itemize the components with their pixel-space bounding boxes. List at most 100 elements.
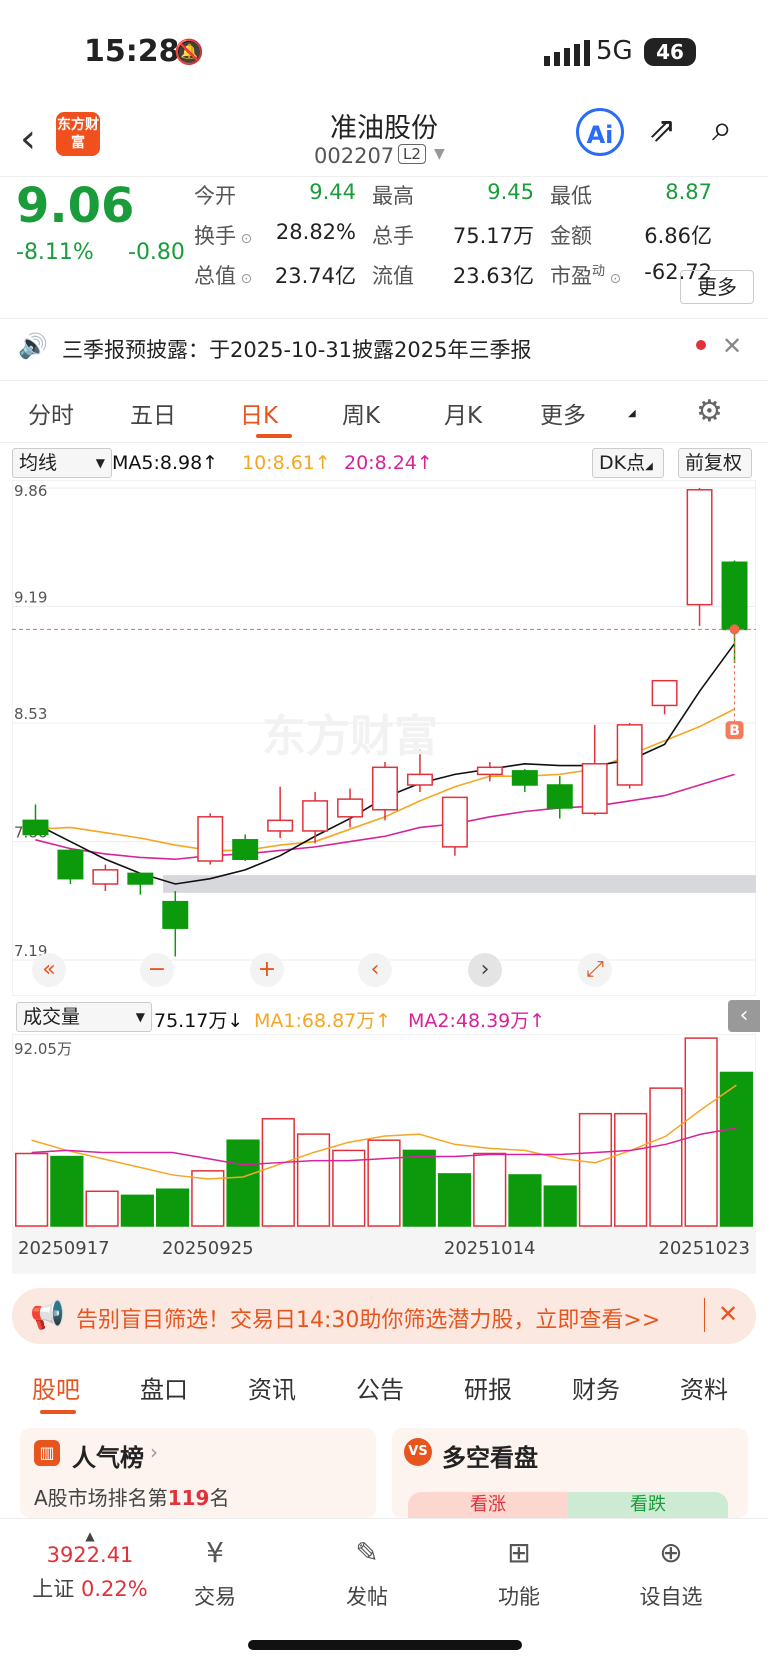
vol-ma1-label: MA1:68.87万↑	[254, 1010, 392, 1032]
candle[interactable]	[441, 796, 468, 856]
volume-bar[interactable]	[296, 1133, 331, 1227]
period-tab[interactable]: 周K	[342, 396, 380, 430]
period-tab[interactable]: 分时	[28, 396, 74, 430]
volume-bar[interactable]	[614, 1112, 648, 1227]
index-quote[interactable]: ▲ 3922.41 上证 0.22%	[20, 1529, 160, 1603]
nav-item-trade[interactable]: ¥ 交易	[160, 1533, 270, 1611]
volume-bar[interactable]	[226, 1139, 260, 1227]
adjust-button[interactable]: 前复权	[678, 448, 752, 478]
collapse-icon[interactable]: ‹	[728, 1000, 760, 1032]
add-watchlist-icon: ⊕	[659, 1536, 683, 1569]
candle[interactable]	[616, 723, 643, 789]
indicator-select[interactable]: 均线 ▼	[12, 448, 112, 478]
ai-button[interactable]: Ai	[576, 108, 624, 156]
caret-down-icon[interactable]: ▼	[434, 146, 445, 162]
x-tick-label: 20251023	[658, 1238, 750, 1259]
more-quote-button[interactable]: 更多	[680, 270, 754, 304]
volume-select[interactable]: 成交量 ▼	[16, 1002, 152, 1032]
bull-bear-card[interactable]: VS 多空看盘 看涨 看跌	[392, 1428, 748, 1518]
search-icon[interactable]: ⌕	[712, 108, 732, 150]
gear-icon[interactable]: ⚙	[696, 394, 723, 429]
volume-bar[interactable]	[15, 1152, 49, 1227]
volume-bar[interactable]	[543, 1185, 577, 1227]
notice-bar[interactable]: 🔊 三季报预披露：于2025-10-31披露2025年三季报 ✕	[0, 318, 768, 381]
volume-bar[interactable]	[402, 1149, 436, 1227]
candle-body	[651, 679, 678, 707]
volume-bar[interactable]	[578, 1112, 613, 1227]
volume-bar[interactable]	[719, 1071, 753, 1227]
level-badge[interactable]: L2	[398, 144, 426, 164]
bear-button[interactable]: 看跌	[568, 1492, 728, 1518]
quote-value: 8.87	[665, 180, 712, 204]
period-tab[interactable]: 月K	[444, 396, 482, 430]
content-tabs: 股吧 盘口 资讯 公告 研报 财务 资料	[0, 1358, 768, 1420]
close-icon[interactable]: ✕	[718, 1300, 738, 1328]
volume-bar[interactable]	[155, 1188, 190, 1227]
trade-icon: ¥	[206, 1536, 224, 1569]
volume-bar[interactable]	[437, 1173, 472, 1227]
candle-body	[337, 798, 364, 818]
share-icon[interactable]: ⇗	[648, 110, 677, 150]
card-title: 人气榜	[72, 1444, 144, 1472]
period-tab[interactable]: 五日	[130, 396, 176, 430]
quote-value: 23.63亿	[452, 264, 534, 288]
volume-bar[interactable]	[508, 1174, 542, 1227]
volume-bar[interactable]	[473, 1152, 507, 1227]
content-tab[interactable]: 研报	[464, 1370, 512, 1405]
quote-label-text: 流值	[372, 264, 414, 288]
content-tab[interactable]: 资讯	[248, 1370, 296, 1405]
candle[interactable]	[686, 488, 713, 626]
nav-item-apps[interactable]: ⊞ 功能	[464, 1533, 574, 1611]
volume-bar[interactable]	[50, 1155, 84, 1227]
volume-bar[interactable]	[85, 1190, 119, 1227]
x-tick-label: 20251014	[444, 1238, 536, 1259]
content-tab[interactable]: 公告	[356, 1370, 404, 1405]
popularity-card[interactable]: ▥ 人气榜 › A股市场排名第119名	[20, 1428, 376, 1518]
candle[interactable]	[57, 848, 84, 884]
volume-bar[interactable]	[332, 1149, 366, 1227]
volume-chart[interactable]: 92.05万 20250917 20250925 20251014 20251023	[12, 1034, 756, 1274]
index-percent: 0.22%	[80, 1577, 148, 1601]
candle-body	[441, 796, 468, 848]
kline-chart[interactable]: 9.869.198.537.867.19B	[12, 480, 756, 996]
promo-banner[interactable]: 📢 告别盲目筛选！交易日14:30助你筛选潜力股，立即查看>> ✕	[12, 1288, 756, 1344]
clock: 15:28	[84, 34, 180, 69]
volume-bar[interactable]	[120, 1194, 154, 1227]
period-tab[interactable]: 更多	[540, 396, 586, 430]
bull-button[interactable]: 看涨	[408, 1492, 568, 1518]
candle-body	[197, 816, 224, 862]
chart-control-button[interactable]: ‹	[358, 953, 392, 987]
candle[interactable]	[197, 813, 224, 865]
chart-control-button[interactable]: −	[140, 953, 174, 987]
quote-value: 23.74亿	[274, 264, 356, 288]
nav-label: 发帖	[346, 1585, 388, 1609]
content-tab[interactable]: 资料	[680, 1370, 728, 1405]
volume-bar[interactable]	[649, 1087, 683, 1227]
content-tab[interactable]: 盘口	[140, 1370, 188, 1405]
caret-down-icon: ◢	[645, 461, 653, 472]
ma10-label: 10:8.61↑	[242, 452, 331, 474]
chart-control-button[interactable]: ⤢	[578, 953, 612, 987]
caret-down-icon: ▼	[135, 1010, 145, 1024]
network-type: 5G	[596, 36, 633, 66]
volume-bar[interactable]	[261, 1118, 295, 1227]
status-bar: 15:28 🔕 5G 46	[0, 0, 768, 100]
chart-control-button[interactable]: +	[250, 953, 284, 987]
quote-value: 6.86亿	[644, 224, 712, 248]
content-tab[interactable]: 财务	[572, 1370, 620, 1405]
nav-item-add-watchlist[interactable]: ⊕ 设自选	[616, 1533, 726, 1611]
volume-max-label: 92.05万	[14, 1040, 72, 1058]
volume-bar[interactable]	[367, 1139, 401, 1227]
candle-body	[57, 849, 84, 880]
chart-control-button[interactable]: ›	[468, 953, 502, 987]
nav-item-post[interactable]: ✎ 发帖	[312, 1533, 422, 1611]
quote-label-text: 总值	[194, 264, 236, 288]
chart-control-button[interactable]: «	[32, 953, 66, 987]
indicator-select-label: 均线	[19, 452, 58, 474]
mute-bell-icon: 🔕	[174, 38, 204, 66]
active-tab-indicator	[40, 1410, 76, 1414]
period-tab[interactable]: 日K	[240, 396, 278, 430]
dk-point-select[interactable]: DK点◢	[592, 448, 664, 478]
content-tab[interactable]: 股吧	[32, 1370, 80, 1405]
close-icon[interactable]: ✕	[722, 332, 742, 360]
